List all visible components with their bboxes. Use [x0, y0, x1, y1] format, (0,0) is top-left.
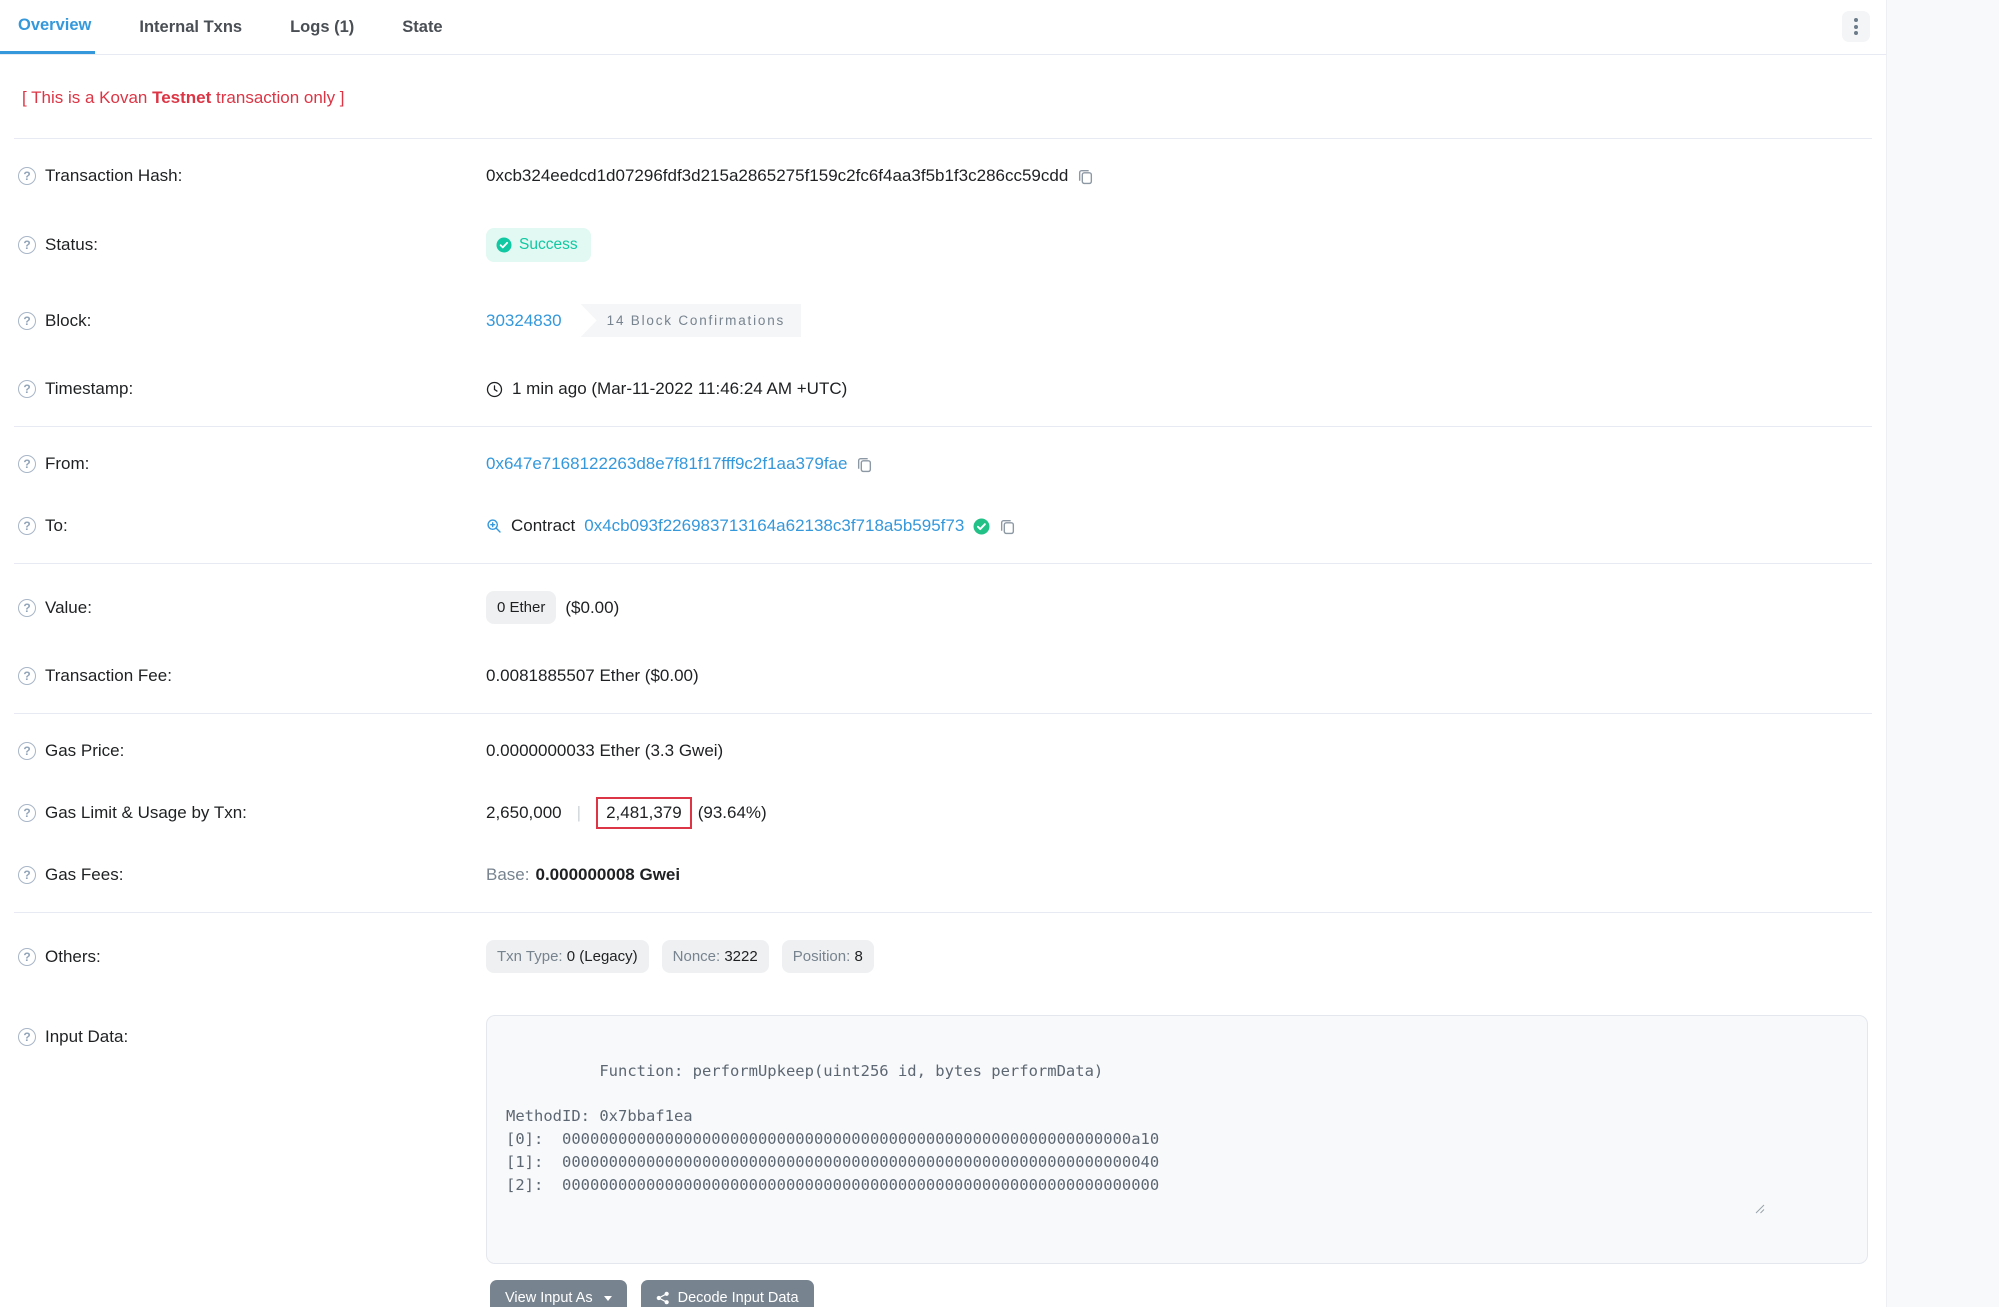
gas-fees-label: Gas Fees:: [45, 865, 123, 885]
help-icon[interactable]: ?: [18, 517, 36, 535]
row-gas-limit-usage: ? Gas Limit & Usage by Txn: 2,650,000 | …: [18, 782, 1868, 844]
copy-icon[interactable]: [1077, 168, 1094, 185]
copy-icon[interactable]: [856, 456, 873, 473]
clock-icon: [486, 381, 503, 398]
value-usd: ($0.00): [565, 598, 619, 618]
row-to: ? To: Contract 0x4cb093f226983713164a621…: [18, 495, 1868, 557]
input-data-content: Function: performUpkeep(uint256 id, byte…: [506, 1062, 1159, 1194]
transaction-hash-label: Transaction Hash:: [45, 166, 182, 186]
verified-check-icon: [973, 518, 990, 535]
input-data-textarea[interactable]: Function: performUpkeep(uint256 id, byte…: [486, 1015, 1868, 1264]
transaction-fee-label: Transaction Fee:: [45, 666, 172, 686]
row-status: ? Status: Success: [18, 207, 1868, 283]
section-overview-top: ? Transaction Hash: 0xcb324eedcd1d07296f…: [14, 139, 1872, 427]
row-block: ? Block: 30324830 14 Block Confirmations: [18, 283, 1868, 358]
gas-price-label: Gas Price:: [45, 741, 124, 761]
to-contract-word: Contract: [511, 516, 575, 536]
tab-bar: Overview Internal Txns Logs (1) State: [0, 0, 1886, 55]
input-data-actions: View Input As Decode Input Data: [490, 1280, 1868, 1307]
help-icon[interactable]: ?: [18, 804, 36, 822]
gas-limit-usage-label: Gas Limit & Usage by Txn:: [45, 803, 247, 823]
decode-icon: [656, 1291, 670, 1305]
help-icon[interactable]: ?: [18, 167, 36, 185]
transaction-fee-value: 0.0081885507 Ether ($0.00): [486, 666, 699, 686]
row-input-data: ? Input Data: Function: performUpkeep(ui…: [18, 994, 1868, 1264]
value-ether-badge: 0 Ether: [486, 591, 556, 624]
separator: |: [571, 803, 587, 823]
tab-logs[interactable]: Logs (1): [286, 0, 358, 54]
kebab-icon: [1854, 18, 1858, 22]
more-options-button[interactable]: [1842, 11, 1870, 42]
transaction-card: Overview Internal Txns Logs (1) State [ …: [0, 0, 1887, 1307]
row-gas-fees: ? Gas Fees: Base: 0.000000008 Gwei: [18, 844, 1868, 906]
magnifier-plus-icon[interactable]: [486, 518, 502, 534]
help-icon[interactable]: ?: [18, 667, 36, 685]
help-icon[interactable]: ?: [18, 742, 36, 760]
timestamp-value: 1 min ago (Mar-11-2022 11:46:24 AM +UTC): [512, 379, 847, 399]
section-parties: ? From: 0x647e7168122263d8e7f81f17fff9c2…: [14, 427, 1872, 564]
tab-overview[interactable]: Overview: [0, 0, 95, 54]
decode-input-data-button[interactable]: Decode Input Data: [641, 1280, 814, 1307]
help-icon[interactable]: ?: [18, 380, 36, 398]
section-value-fee: ? Value: 0 Ether ($0.00) ? Transaction F…: [14, 564, 1872, 714]
others-label: Others:: [45, 947, 101, 967]
testnet-notice: [ This is a Kovan Testnet transaction on…: [18, 61, 1868, 132]
txn-type-badge: Txn Type: 0 (Legacy): [486, 940, 649, 973]
tab-state[interactable]: State: [398, 0, 446, 54]
help-icon[interactable]: ?: [18, 455, 36, 473]
block-number-link[interactable]: 30324830: [486, 311, 562, 331]
help-icon[interactable]: ?: [18, 236, 36, 254]
row-gas-price: ? Gas Price: 0.0000000033 Ether (3.3 Gwe…: [18, 720, 1868, 782]
notice-section: [ This is a Kovan Testnet transaction on…: [14, 55, 1872, 139]
block-confirmations-badge: 14 Block Confirmations: [581, 304, 801, 337]
gas-base-value: 0.000000008 Gwei: [535, 865, 680, 885]
value-label: Value:: [45, 598, 92, 618]
row-timestamp: ? Timestamp: 1 min ago (Mar-11-2022 11:4…: [18, 358, 1868, 420]
gas-base-label: Base:: [486, 865, 529, 885]
gas-used-percent: (93.64%): [698, 803, 767, 823]
gas-price-value: 0.0000000033 Ether (3.3 Gwei): [486, 741, 723, 761]
help-icon[interactable]: ?: [18, 312, 36, 330]
from-address-link[interactable]: 0x647e7168122263d8e7f81f17fff9c2f1aa379f…: [486, 454, 847, 474]
to-address-link[interactable]: 0x4cb093f226983713164a62138c3f718a5b595f…: [584, 516, 964, 536]
help-icon[interactable]: ?: [18, 948, 36, 966]
input-data-label: Input Data:: [45, 1027, 128, 1047]
copy-icon[interactable]: [999, 518, 1016, 535]
help-icon[interactable]: ?: [18, 1028, 36, 1046]
check-circle-icon: [496, 237, 512, 253]
position-badge: Position: 8: [782, 940, 874, 973]
row-others: ? Others: Txn Type: 0 (Legacy) Nonce: 32…: [18, 919, 1868, 994]
nonce-badge: Nonce: 3222: [662, 940, 769, 973]
status-badge: Success: [486, 228, 591, 262]
tab-internal-txns[interactable]: Internal Txns: [135, 0, 246, 54]
status-label: Status:: [45, 235, 98, 255]
gas-limit-value: 2,650,000: [486, 803, 562, 823]
transaction-hash-value: 0xcb324eedcd1d07296fdf3d215a2865275f159c…: [486, 166, 1068, 186]
resize-grip-icon[interactable]: [1752, 1156, 1864, 1260]
status-value: Success: [519, 236, 578, 254]
to-label: To:: [45, 516, 68, 536]
timestamp-label: Timestamp:: [45, 379, 133, 399]
row-from: ? From: 0x647e7168122263d8e7f81f17fff9c2…: [18, 433, 1868, 495]
help-icon[interactable]: ?: [18, 599, 36, 617]
gas-used-highlight-box: 2,481,379: [596, 797, 692, 829]
row-transaction-hash: ? Transaction Hash: 0xcb324eedcd1d07296f…: [18, 145, 1868, 207]
chevron-down-icon: [604, 1296, 612, 1301]
view-input-as-button[interactable]: View Input As: [490, 1280, 627, 1307]
section-others-input: ? Others: Txn Type: 0 (Legacy) Nonce: 32…: [14, 913, 1872, 1307]
row-value: ? Value: 0 Ether ($0.00): [18, 570, 1868, 645]
transaction-page: Overview Internal Txns Logs (1) State [ …: [0, 0, 1999, 1307]
row-transaction-fee: ? Transaction Fee: 0.0081885507 Ether ($…: [18, 645, 1868, 707]
help-icon[interactable]: ?: [18, 866, 36, 884]
section-gas: ? Gas Price: 0.0000000033 Ether (3.3 Gwe…: [14, 714, 1872, 913]
block-label: Block:: [45, 311, 91, 331]
from-label: From:: [45, 454, 89, 474]
